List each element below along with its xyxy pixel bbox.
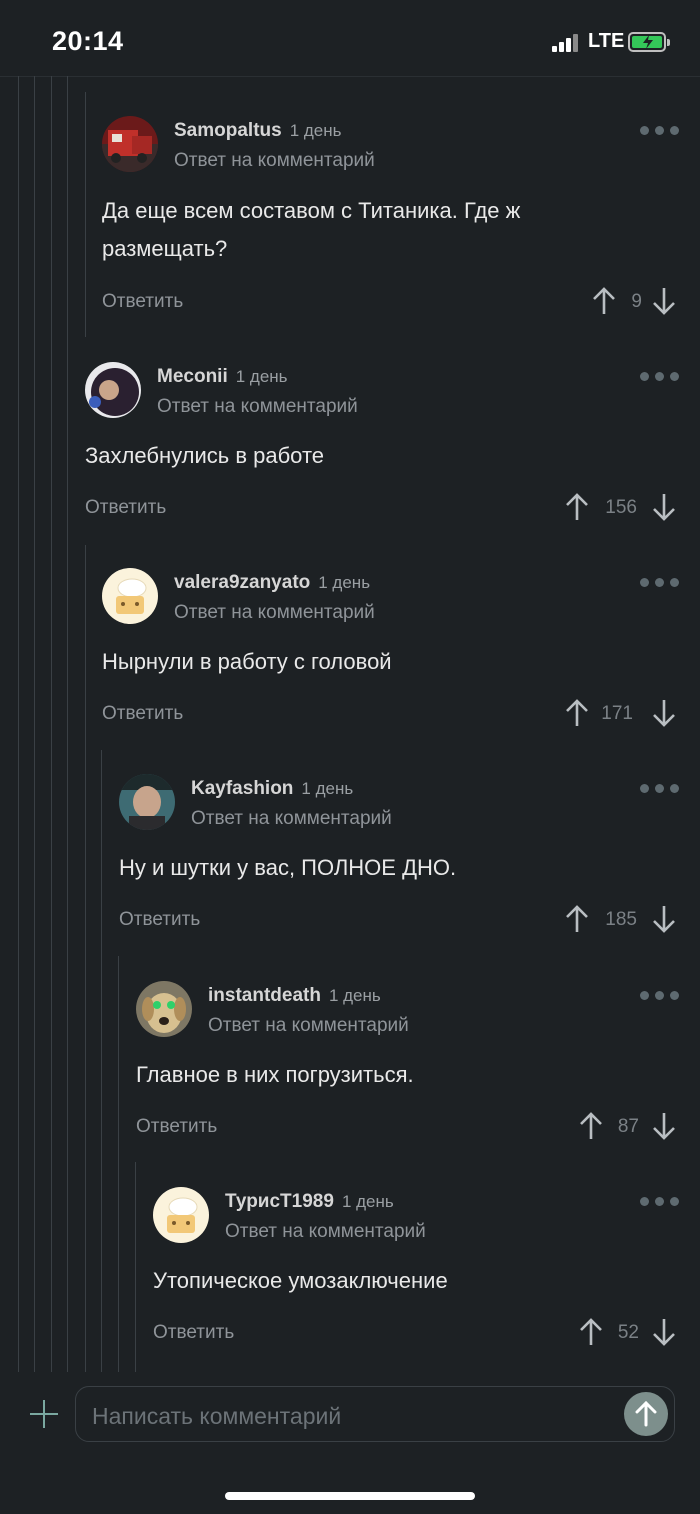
thread-line	[118, 956, 119, 1372]
signal-icon	[552, 34, 580, 52]
reply-context[interactable]: Ответ на комментарий	[174, 602, 375, 624]
arrow-up-icon[interactable]	[592, 286, 616, 316]
arrow-down-icon[interactable]	[652, 492, 676, 522]
thread-line	[135, 1162, 136, 1372]
vote-control: 156	[565, 492, 685, 522]
thread-line	[67, 76, 68, 1372]
comment-text: Захлебнулись в работе	[85, 443, 325, 468]
send-button[interactable]	[624, 1392, 668, 1436]
comment-input-placeholder: Написать комментарий	[92, 1403, 342, 1429]
send-arrow-icon	[635, 1400, 657, 1427]
reply-context[interactable]: Ответ на комментарий	[191, 808, 392, 830]
comment: ТурисТ1989 1 день Ответ на комментарий Ут…	[153, 1187, 682, 1357]
vote-control: 171	[565, 698, 685, 728]
comment-author[interactable]: valera9zanyato 1 день	[174, 572, 370, 594]
comment-date: 1 день	[328, 986, 381, 1005]
avatar[interactable]	[153, 1187, 209, 1243]
comment-text: Ну и шутки у вас, ПОЛНОЕ ДНО.	[119, 855, 457, 880]
vote-count: 156	[605, 497, 637, 518]
reply-context[interactable]: Ответ на комментарий	[157, 396, 358, 418]
arrow-down-icon[interactable]	[652, 1111, 676, 1141]
vote-count: 185	[605, 909, 637, 930]
reply-context[interactable]: Ответ на комментарий	[225, 1221, 426, 1243]
thread-line	[101, 750, 102, 1372]
arrow-up-icon[interactable]	[565, 904, 589, 934]
reply-button[interactable]: Ответить	[102, 291, 183, 313]
vote-control: 87	[579, 1111, 699, 1141]
comment-author[interactable]: Kayfashion 1 день	[191, 778, 353, 800]
thread-line	[34, 76, 35, 1372]
reply-button[interactable]: Ответить	[85, 497, 166, 519]
arrow-up-icon[interactable]	[565, 698, 589, 728]
plus-icon[interactable]	[30, 1400, 58, 1428]
arrow-down-icon[interactable]	[652, 1317, 676, 1347]
comment-author[interactable]: Samopaltus 1 день	[174, 120, 342, 142]
thread-line	[18, 76, 19, 1372]
vote-control: 9	[592, 286, 700, 316]
comment-date: 1 день	[318, 573, 371, 592]
arrow-down-icon[interactable]	[652, 286, 676, 316]
vote-control: 52	[579, 1317, 699, 1347]
comment-text: Утопическое умозаключение	[153, 1268, 448, 1293]
more-dots-icon[interactable]	[640, 1197, 680, 1207]
arrow-down-icon[interactable]	[652, 904, 676, 934]
avatar[interactable]	[102, 116, 158, 172]
comment-author[interactable]: Meconii 1 день	[157, 366, 288, 388]
comment-date: 1 день	[301, 779, 354, 798]
more-dots-icon[interactable]	[640, 578, 680, 588]
more-dots-icon[interactable]	[640, 991, 680, 1001]
avatar[interactable]	[102, 568, 158, 624]
status-bar: 20:14 LTE	[0, 0, 700, 77]
arrow-up-icon[interactable]	[579, 1317, 603, 1347]
home-indicator[interactable]	[225, 1492, 475, 1500]
comment-composer: Написать комментарий	[0, 1372, 700, 1514]
vote-count: 171	[601, 703, 633, 724]
arrow-up-icon[interactable]	[565, 492, 589, 522]
reply-button[interactable]: Ответить	[153, 1322, 234, 1344]
reply-button[interactable]: Ответить	[136, 1116, 217, 1138]
comment: valera9zanyato 1 день Ответ на комментари…	[102, 568, 682, 738]
more-dots-icon[interactable]	[640, 784, 680, 794]
comment-date: 1 день	[289, 121, 342, 140]
status-time: 20:14	[52, 26, 124, 56]
thread-line	[51, 76, 52, 1372]
avatar[interactable]	[136, 981, 192, 1037]
more-dots-icon[interactable]	[640, 126, 680, 136]
reply-button[interactable]: Ответить	[102, 703, 183, 725]
reply-context[interactable]: Ответ на комментарий	[174, 150, 375, 172]
network-label: LTE	[588, 30, 625, 52]
comment: Meconii 1 день Ответ на комментарий Захле…	[85, 362, 682, 532]
comment-text: Главное в них погрузиться.	[136, 1062, 414, 1087]
comment-text: Да еще всем составом с Титаника. Где ж ра…	[102, 198, 521, 261]
comment-author[interactable]: instantdeath 1 день	[208, 985, 381, 1007]
avatar[interactable]	[119, 774, 175, 830]
thread-line	[85, 545, 86, 1372]
comment: Kayfashion 1 день Ответ на комментарий Ну…	[119, 774, 682, 944]
vote-control: 185	[565, 904, 685, 934]
avatar[interactable]	[85, 362, 141, 418]
comment: Samopaltus 1 день Ответ на комментарий Да…	[102, 116, 682, 326]
vote-count: 52	[617, 1322, 639, 1343]
comment-author[interactable]: ТурисТ1989 1 день	[225, 1191, 394, 1213]
reply-button[interactable]: Ответить	[119, 909, 200, 931]
vote-count: 9	[631, 291, 642, 312]
arrow-down-icon[interactable]	[652, 698, 676, 728]
arrow-up-icon[interactable]	[579, 1111, 603, 1141]
comment-date: 1 день	[341, 1192, 394, 1211]
comment-input[interactable]: Написать комментарий	[75, 1386, 675, 1442]
comment-date: 1 день	[235, 367, 288, 386]
comment: instantdeath 1 день Ответ на комментарий …	[136, 981, 682, 1151]
thread-line	[85, 92, 86, 337]
comment-text: Нырнули в работу с головой	[102, 649, 392, 674]
battery-icon	[628, 32, 670, 52]
reply-context[interactable]: Ответ на комментарий	[208, 1015, 409, 1037]
vote-count: 87	[617, 1116, 639, 1137]
more-dots-icon[interactable]	[640, 372, 680, 382]
